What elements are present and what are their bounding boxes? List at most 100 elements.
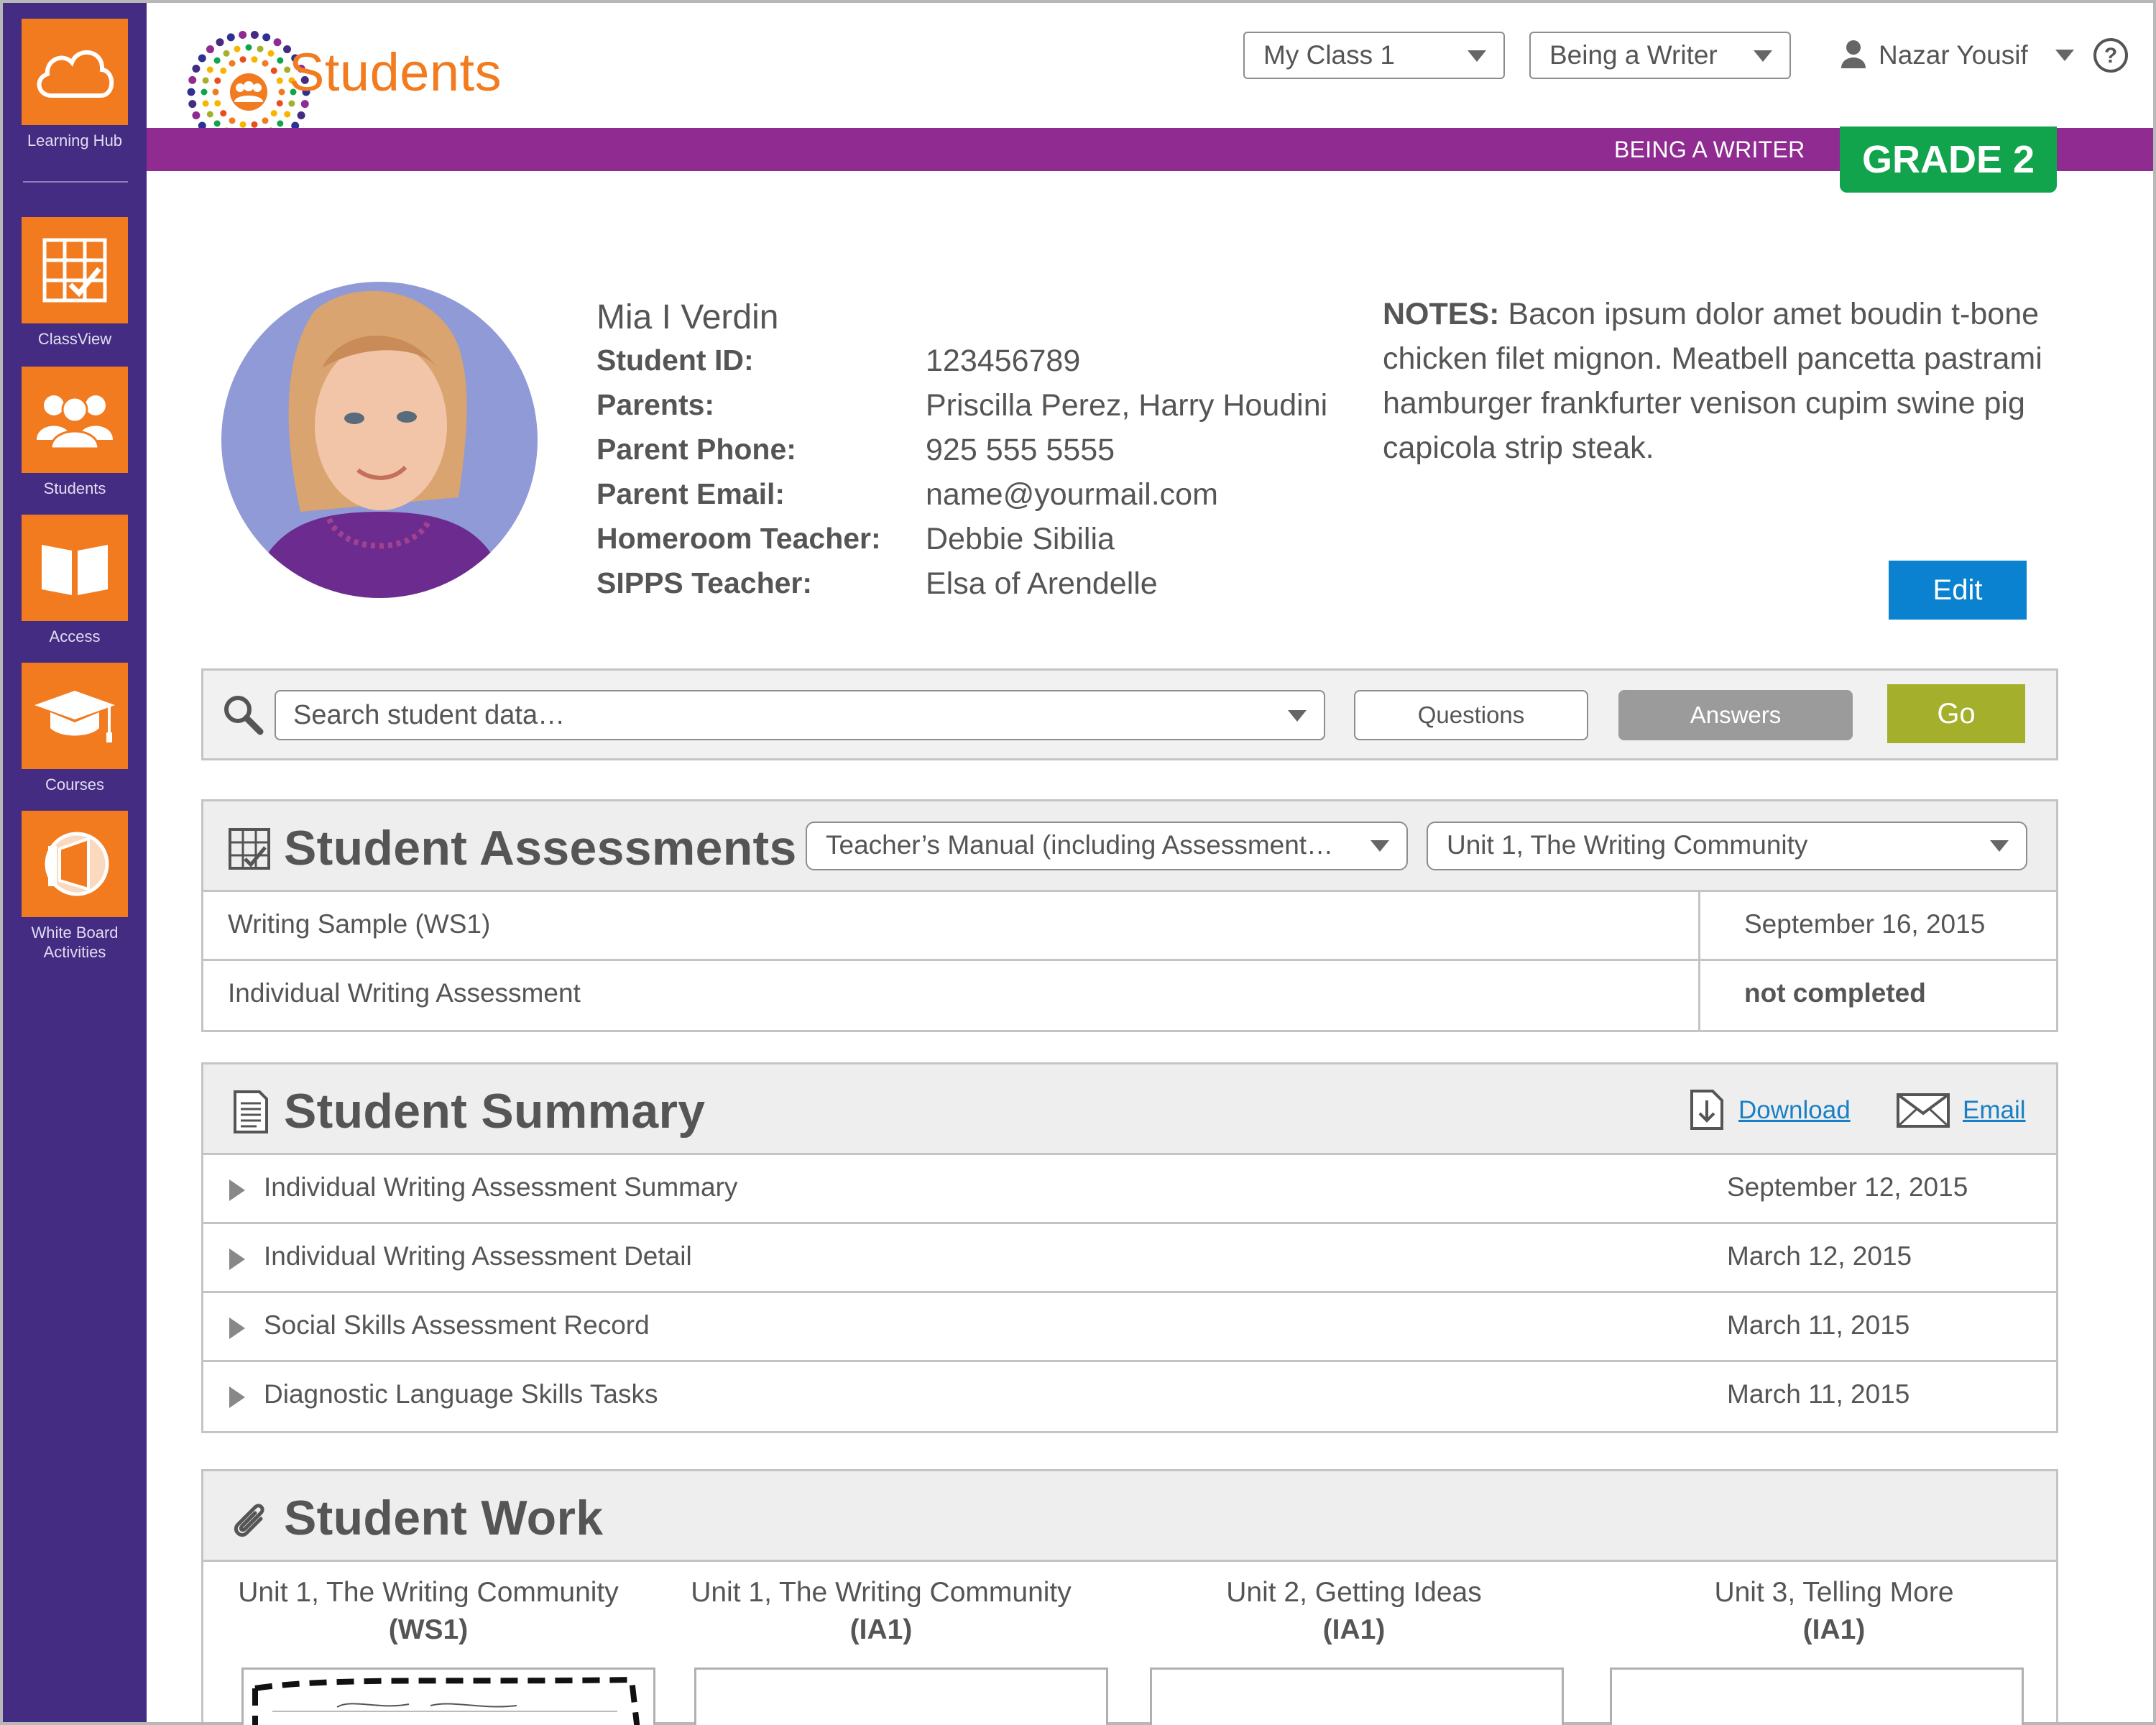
chevron-down-icon (1370, 840, 1389, 852)
logo-dot (245, 44, 252, 51)
download-icon[interactable] (1690, 1089, 1724, 1131)
expand-arrow-icon[interactable] (229, 1248, 245, 1270)
sidebar: Learning Hub ClassView Students Access C… (3, 3, 147, 1722)
email-icon[interactable] (1897, 1093, 1950, 1128)
logo-dot (284, 111, 291, 118)
user-menu[interactable]: Nazar Yousif (1841, 33, 2075, 80)
student-photo (221, 282, 538, 598)
logo-dot (214, 100, 221, 107)
paperclip-icon (228, 1497, 271, 1540)
logo-dot (202, 77, 209, 84)
logo-dot (206, 45, 214, 54)
sidebar-item-whiteboard[interactable]: White Board Activities (3, 811, 147, 962)
unit-select-value: Unit 1, The Writing Community (1447, 830, 1808, 860)
logo-dot (239, 56, 247, 63)
logo-dot (214, 77, 221, 84)
sidebar-item-label: Students (43, 479, 106, 497)
classview-grid-icon (228, 827, 271, 870)
table-row[interactable]: Writing Sample (WS1) September 16, 2015 (203, 892, 2056, 961)
sidebar-item-label: Learning Hub (27, 132, 123, 150)
student-assessments-panel: Student Assessments Teacher’s Manual (in… (201, 799, 2058, 1032)
graduation-cap-icon (22, 663, 128, 769)
logo-dot (239, 30, 247, 39)
manual-select[interactable]: Teacher’s Manual (including Assessment… (806, 822, 1408, 870)
homeroom-teacher-value: Debbie Sibilia (926, 522, 1115, 556)
program-select-value: Being a Writer (1549, 40, 1718, 70)
table-row[interactable]: Social Skills Assessment Record March 11… (203, 1293, 2056, 1362)
svg-text:?: ? (2104, 44, 2117, 68)
panel-header: Student Summary Download Email (203, 1064, 2056, 1155)
expand-arrow-icon[interactable] (229, 1386, 245, 1408)
go-button[interactable]: Go (1887, 684, 2025, 743)
table-row[interactable]: Individual Writing Assessment not comple… (203, 961, 2056, 1030)
expand-arrow-icon[interactable] (229, 1179, 245, 1201)
logo-dot (216, 38, 224, 47)
sidebar-item-students[interactable]: Students (3, 367, 147, 498)
student-name: Mia I Verdin (596, 298, 779, 336)
cloud-icon (22, 19, 128, 125)
summary-report-name: Individual Writing Assessment Summary (264, 1172, 738, 1202)
sidebar-item-label: White Board Activities (31, 924, 119, 961)
student-summary-panel: Student Summary Download Email Individua… (201, 1062, 2058, 1433)
chevron-down-icon (1990, 840, 2009, 852)
parent-phone-label: Parent Phone: (596, 433, 796, 466)
chevron-down-icon (1754, 50, 1772, 62)
edit-button[interactable]: Edit (1889, 561, 2027, 620)
page-title: Students (289, 42, 502, 102)
notes-label: NOTES: (1383, 297, 1500, 331)
work-thumbnail[interactable] (1150, 1668, 1564, 1725)
assessment-name: Writing Sample (WS1) (228, 909, 491, 939)
parent-phone-value: 925 555 5555 (926, 433, 1115, 467)
logo-dot (212, 88, 219, 96)
logo-dot (276, 77, 283, 84)
logo-dot (251, 56, 258, 63)
expand-arrow-icon[interactable] (229, 1317, 245, 1339)
student-notes: NOTES: Bacon ipsum dolor amet boudin t-b… (1383, 292, 2058, 470)
table-row[interactable]: Individual Writing Assessment Summary Se… (203, 1155, 2056, 1224)
sidebar-item-learning-hub[interactable]: Learning Hub (3, 19, 147, 150)
questions-toggle[interactable]: Questions (1354, 690, 1588, 740)
logo-dot (202, 100, 209, 107)
logo-dot (278, 88, 285, 96)
sidebar-item-access[interactable]: Access (3, 515, 147, 646)
logo-dot (277, 120, 284, 127)
unit-select[interactable]: Unit 1, The Writing Community (1427, 822, 2027, 870)
work-item-label: Unit 1, The Writing Community (WS1) (238, 1577, 619, 1645)
logo-dot (229, 60, 236, 67)
table-row[interactable]: Individual Writing Assessment Detail Mar… (203, 1224, 2056, 1293)
assessment-name: Individual Writing Assessment (228, 978, 581, 1008)
column-divider (1698, 892, 1700, 959)
answers-toggle[interactable]: Answers (1618, 690, 1853, 740)
students-group-icon (22, 367, 128, 473)
summary-report-name: Diagnostic Language Skills Tasks (264, 1379, 658, 1409)
work-thumbnail[interactable] (241, 1668, 655, 1725)
work-thumbnail[interactable] (694, 1668, 1108, 1725)
help-icon[interactable]: ? (2093, 37, 2129, 73)
document-list-icon (228, 1090, 271, 1133)
parent-email-value: name@yourmail.com (926, 477, 1218, 512)
sipps-teacher-label: SIPPS Teacher: (596, 566, 813, 599)
panel-title: Student Assessments (284, 821, 797, 875)
chevron-down-icon (1468, 50, 1486, 62)
class-select[interactable]: My Class 1 (1243, 32, 1505, 79)
manual-select-value: Teacher’s Manual (including Assessment… (826, 830, 1334, 860)
logo-dot (188, 100, 197, 109)
work-item-label: Unit 2, Getting Ideas (IA1) (1226, 1577, 1482, 1645)
program-select[interactable]: Being a Writer (1529, 32, 1791, 79)
summary-report-date: September 12, 2015 (1727, 1172, 1968, 1202)
logo-dot (206, 66, 213, 73)
user-name: Nazar Yousif (1879, 40, 2028, 70)
class-select-value: My Class 1 (1263, 40, 1395, 70)
parents-label: Parents: (596, 388, 715, 421)
sidebar-item-courses[interactable]: Courses (3, 663, 147, 794)
logo-dot (192, 111, 201, 120)
logo-dot (223, 50, 230, 57)
search-input[interactable]: Search student data… (275, 690, 1325, 740)
search-placeholder: Search student data… (293, 700, 566, 730)
sidebar-item-classview[interactable]: ClassView (3, 217, 147, 349)
parents-value: Priscilla Perez, Harry Houdini (926, 388, 1328, 423)
email-link[interactable]: Email (1963, 1096, 2026, 1125)
work-thumbnail[interactable] (1610, 1668, 2024, 1725)
table-row[interactable]: Diagnostic Language Skills Tasks March 1… (203, 1362, 2056, 1431)
download-link[interactable]: Download (1738, 1096, 1851, 1125)
